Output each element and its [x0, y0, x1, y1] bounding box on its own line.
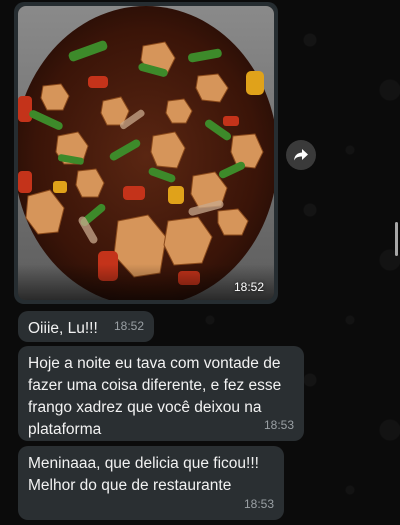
- message-bubble[interactable]: Oiiie, Lu!!! 18:52: [18, 311, 154, 342]
- food-photo-illustration: [18, 6, 274, 300]
- forward-button[interactable]: [286, 140, 316, 170]
- message-bubble[interactable]: Hoje a noite eu tava com vontade de faze…: [18, 346, 304, 441]
- message-timestamp: 18:52: [113, 319, 144, 333]
- message-text: Oiiie, Lu!!!: [28, 320, 98, 337]
- message-text: Meninaaa, que delicia que ficou!!! Melho…: [28, 455, 259, 494]
- message-text: Hoje a noite eu tava com vontade de faze…: [28, 355, 282, 438]
- food-photo[interactable]: 18:52: [18, 6, 274, 300]
- scrollbar[interactable]: [395, 222, 398, 256]
- message-timestamp: 18:53: [263, 418, 294, 432]
- message-bubble[interactable]: Meninaaa, que delicia que ficou!!! Melho…: [18, 446, 284, 520]
- image-timestamp: 18:52: [233, 280, 264, 294]
- forward-icon: [294, 149, 308, 161]
- message-timestamp: 18:53: [243, 497, 274, 511]
- image-message[interactable]: 18:52: [14, 2, 278, 304]
- chat-view[interactable]: 18:52 Oiiie, Lu!!! 18:52 Hoje a noite eu…: [0, 0, 400, 525]
